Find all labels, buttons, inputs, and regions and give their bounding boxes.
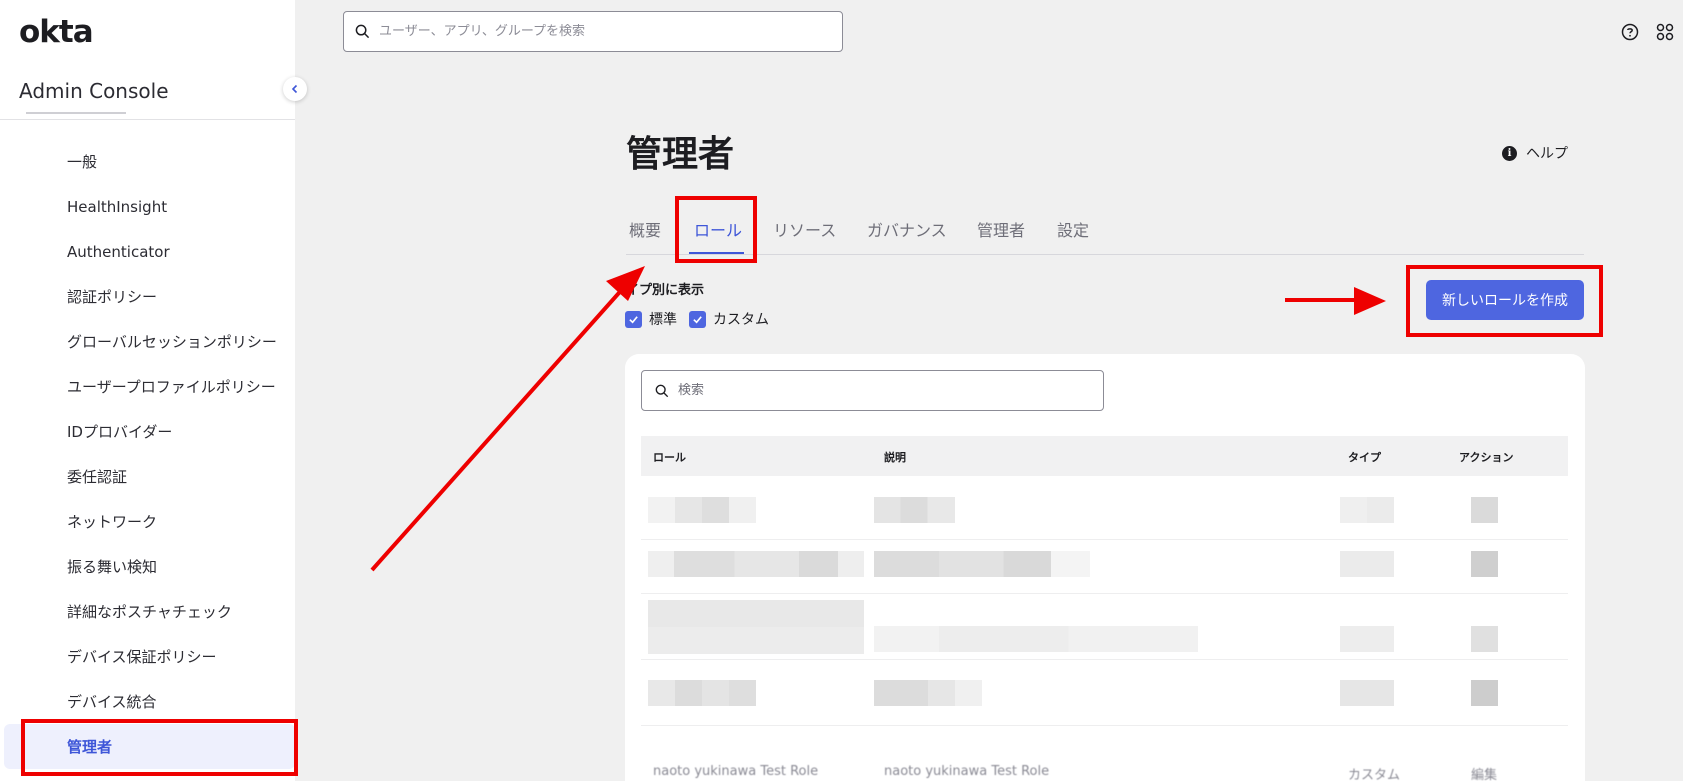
type-filters: 標準 カスタム [625, 309, 781, 329]
filter-standard-label: 標準 [649, 312, 677, 328]
sidebar-divider [0, 119, 295, 120]
redacted-type [1340, 551, 1394, 577]
sidebar-nav: 一般 HealthInsight Authenticator 認証ポリシー グロ… [0, 139, 295, 769]
redacted-type [1340, 680, 1394, 706]
role-edit-action[interactable]: 編集 [1471, 764, 1497, 781]
sidebar-item-user-profile-policy[interactable]: ユーザープロファイルポリシー [0, 364, 295, 409]
help-link[interactable]: i ヘルプ [1502, 143, 1568, 163]
global-search-input[interactable] [379, 24, 819, 39]
redacted-role [648, 680, 756, 706]
column-header-role[interactable]: ロール [653, 449, 686, 465]
role-description: naoto yukinawa Test Role [884, 764, 1050, 779]
redacted-type [1340, 497, 1394, 523]
table-row[interactable] [641, 486, 1568, 540]
help-circle-icon[interactable] [1621, 23, 1639, 41]
redacted-action[interactable] [1471, 626, 1498, 652]
checkbox-checked-icon [625, 310, 642, 328]
table-search[interactable] [641, 370, 1104, 411]
filter-standard-checkbox[interactable]: 標準 [625, 309, 677, 329]
sidebar-item-device-assurance[interactable]: デバイス保証ポリシー [0, 634, 295, 679]
sidebar-item-global-session-policy[interactable]: グローバルセッションポリシー [0, 319, 295, 364]
filter-by-type-label: イプ別に表示 [626, 283, 705, 298]
tab-overview[interactable]: 概要 [629, 217, 661, 241]
column-header-description: 説明 [884, 451, 906, 464]
sidebar-item-posture-check[interactable]: 詳細なポスチャチェック [0, 589, 295, 634]
redacted-action[interactable] [1471, 551, 1498, 577]
redacted-role [648, 497, 756, 523]
column-header-action: アクション [1459, 451, 1514, 464]
column-header-type[interactable]: タイプ [1348, 449, 1381, 465]
search-icon [655, 384, 669, 397]
table-row[interactable]: naoto yukinawa Test Role naoto yukinawa … [641, 726, 1568, 781]
annotation-box-create-button [1406, 265, 1603, 337]
console-title: Admin Console [19, 79, 169, 103]
filter-custom-label: カスタム [713, 312, 769, 328]
redacted-description [874, 497, 955, 523]
tab-resources[interactable]: リソース [773, 217, 836, 241]
tab-administrators[interactable]: 管理者 [977, 217, 1025, 241]
role-type: カスタム [1348, 768, 1401, 781]
redacted-role [648, 600, 864, 654]
filter-custom-checkbox[interactable]: カスタム [689, 309, 769, 329]
annotation-box-roles-tab [675, 196, 757, 263]
sidebar-item-network[interactable]: ネットワーク [0, 499, 295, 544]
sidebar-collapse-button[interactable] [283, 77, 307, 101]
sidebar-item-healthinsight[interactable]: HealthInsight [0, 184, 295, 229]
table-search-input[interactable] [678, 383, 1098, 398]
redacted-action[interactable] [1471, 497, 1498, 523]
help-link-label: ヘルプ [1526, 146, 1568, 162]
sidebar-item-device-integration[interactable]: デバイス統合 [0, 679, 295, 724]
redacted-description [874, 551, 1090, 577]
okta-logo[interactable]: okta [19, 14, 94, 50]
table-row[interactable] [641, 540, 1568, 594]
role-name[interactable]: naoto yukinawa Test Role [653, 764, 818, 779]
redacted-description [874, 626, 1198, 652]
info-icon: i [1502, 145, 1517, 161]
sidebar-item-id-provider[interactable]: IDプロバイダー [0, 409, 295, 454]
search-icon [355, 24, 370, 39]
roles-table-card: ロール 説明 タイプ アクション naoto yukinawa Test Rol… [625, 354, 1585, 781]
sidebar: okta Admin Console 一般 HealthInsight Auth… [0, 0, 295, 781]
tab-governance[interactable]: ガバナンス [867, 217, 947, 241]
sidebar-item-auth-policy[interactable]: 認証ポリシー [0, 274, 295, 319]
sidebar-item-behavior-detection[interactable]: 振る舞い検知 [0, 544, 295, 589]
sidebar-item-authenticator[interactable]: Authenticator [0, 229, 295, 274]
tab-bar: 概要 ロール リソース ガバナンス 管理者 設定 [626, 209, 1584, 255]
redacted-action[interactable] [1471, 680, 1498, 706]
page-title: 管理者 [626, 134, 735, 175]
tab-settings[interactable]: 設定 [1057, 217, 1089, 241]
redacted-role [648, 551, 864, 577]
arrow-to-roles-tab [370, 283, 628, 572]
redacted-type [1340, 626, 1394, 652]
sidebar-item-general[interactable]: 一般 [0, 139, 295, 184]
arrow-head-icon [1354, 287, 1386, 315]
redacted-description [874, 680, 982, 706]
table-row[interactable] [641, 660, 1568, 726]
annotation-box-sidebar-admin [21, 719, 298, 776]
checkbox-checked-icon [689, 310, 706, 328]
global-search[interactable] [343, 11, 843, 52]
sidebar-item-delegated-auth[interactable]: 委任認証 [0, 454, 295, 499]
table-row[interactable] [641, 594, 1568, 660]
chevron-left-icon [291, 84, 298, 94]
apps-grid-icon[interactable] [1656, 23, 1674, 41]
table-header: ロール 説明 タイプ アクション [641, 436, 1568, 476]
